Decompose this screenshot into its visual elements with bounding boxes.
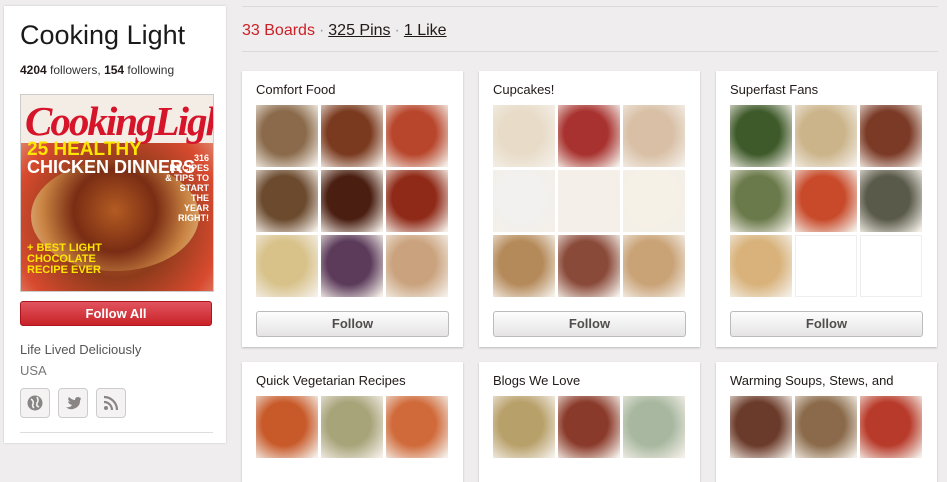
board-card[interactable]: Quick Vegetarian Recipes bbox=[242, 362, 463, 482]
globe-icon[interactable] bbox=[20, 388, 50, 418]
board-card[interactable]: Warming Soups, Stews, and bbox=[716, 362, 937, 482]
tab-separator: · bbox=[394, 22, 400, 39]
board-title[interactable]: Superfast Fans bbox=[730, 82, 818, 97]
pin-thumbnail[interactable] bbox=[795, 396, 857, 458]
pin-thumbnail[interactable] bbox=[623, 235, 685, 297]
profile-tabs: 33 Boards · 325 Pins · 1 Like bbox=[242, 22, 447, 40]
pin-thumbnail[interactable] bbox=[493, 170, 555, 232]
follow-board-button[interactable]: Follow bbox=[493, 311, 686, 337]
pin-thumbnail[interactable] bbox=[558, 396, 620, 458]
board-title[interactable]: Cupcakes! bbox=[493, 82, 554, 97]
pin-thumbnail[interactable] bbox=[558, 235, 620, 297]
board-title[interactable]: Comfort Food bbox=[256, 82, 335, 97]
pin-thumbnail[interactable] bbox=[860, 235, 922, 297]
magazine-badge: 316 RECIPES & TIPS TO START THE YEAR RIG… bbox=[165, 153, 209, 223]
pin-thumbnail[interactable] bbox=[860, 170, 922, 232]
profile-image: CookingLight 25 HEALTHY CHICKEN DINNERS … bbox=[20, 94, 214, 292]
pin-thumbnail[interactable] bbox=[795, 235, 857, 297]
board-thumbnails bbox=[730, 105, 922, 297]
tabs-divider bbox=[242, 51, 938, 52]
follow-board-button[interactable]: Follow bbox=[730, 311, 923, 337]
board-card[interactable]: Superfast Fans Follow bbox=[716, 71, 937, 347]
pin-thumbnail[interactable] bbox=[730, 396, 792, 458]
pin-thumbnail[interactable] bbox=[386, 235, 448, 297]
board-thumbnails bbox=[730, 396, 922, 458]
pin-thumbnail[interactable] bbox=[321, 396, 383, 458]
follow-board-button[interactable]: Follow bbox=[256, 311, 449, 337]
pin-thumbnail[interactable] bbox=[558, 170, 620, 232]
pin-thumbnail[interactable] bbox=[795, 105, 857, 167]
pin-thumbnail[interactable] bbox=[321, 105, 383, 167]
tab-likes[interactable]: 1 Like bbox=[404, 22, 447, 39]
profile-sidebar: Cooking Light 4204 followers, 154 follow… bbox=[4, 6, 226, 443]
board-card[interactable]: Cupcakes! Follow bbox=[479, 71, 700, 347]
pin-thumbnail[interactable] bbox=[256, 235, 318, 297]
profile-location: USA bbox=[20, 363, 47, 378]
pin-thumbnail[interactable] bbox=[623, 105, 685, 167]
magazine-subhead: + BEST LIGHT CHOCOLATE RECIPE EVER bbox=[27, 242, 102, 276]
twitter-icon[interactable] bbox=[58, 388, 88, 418]
social-links bbox=[20, 388, 126, 418]
pin-thumbnail[interactable] bbox=[730, 170, 792, 232]
board-thumbnails bbox=[493, 105, 685, 297]
board-card[interactable]: Comfort Food Follow bbox=[242, 71, 463, 347]
board-title[interactable]: Warming Soups, Stews, and bbox=[730, 373, 894, 388]
followers-label: followers, bbox=[46, 63, 105, 77]
pin-thumbnail[interactable] bbox=[256, 105, 318, 167]
pin-thumbnail[interactable] bbox=[493, 235, 555, 297]
profile-stats: 4204 followers, 154 following bbox=[20, 63, 174, 77]
pin-thumbnail[interactable] bbox=[860, 105, 922, 167]
rss-icon[interactable] bbox=[96, 388, 126, 418]
pin-thumbnail[interactable] bbox=[860, 396, 922, 458]
board-thumbnails bbox=[256, 105, 448, 297]
profile-about: Life Lived Deliciously bbox=[20, 342, 142, 357]
following-label: following bbox=[124, 63, 175, 77]
profile-name: Cooking Light bbox=[20, 20, 186, 50]
pin-thumbnail[interactable] bbox=[321, 170, 383, 232]
pin-thumbnail[interactable] bbox=[256, 170, 318, 232]
pin-thumbnail[interactable] bbox=[386, 170, 448, 232]
pin-thumbnail[interactable] bbox=[623, 170, 685, 232]
tab-pins[interactable]: 325 Pins bbox=[328, 22, 390, 39]
sidebar-divider bbox=[20, 432, 213, 433]
pin-thumbnail[interactable] bbox=[558, 105, 620, 167]
pin-thumbnail[interactable] bbox=[493, 105, 555, 167]
follow-all-button[interactable]: Follow All bbox=[20, 301, 212, 326]
followers-count[interactable]: 4204 bbox=[20, 63, 47, 77]
pin-thumbnail[interactable] bbox=[386, 396, 448, 458]
top-divider bbox=[242, 6, 938, 7]
pin-thumbnail[interactable] bbox=[493, 396, 555, 458]
board-thumbnails bbox=[256, 396, 448, 458]
board-title[interactable]: Blogs We Love bbox=[493, 373, 580, 388]
tab-separator: · bbox=[318, 22, 325, 39]
pin-thumbnail[interactable] bbox=[795, 170, 857, 232]
pin-thumbnail[interactable] bbox=[321, 235, 383, 297]
magazine-masthead: CookingLight bbox=[25, 98, 213, 144]
pin-thumbnail[interactable] bbox=[623, 396, 685, 458]
board-card[interactable]: Blogs We Love bbox=[479, 362, 700, 482]
pin-thumbnail[interactable] bbox=[386, 105, 448, 167]
following-count[interactable]: 154 bbox=[104, 63, 124, 77]
pin-thumbnail[interactable] bbox=[730, 105, 792, 167]
pin-thumbnail[interactable] bbox=[256, 396, 318, 458]
board-thumbnails bbox=[493, 396, 685, 458]
tab-boards[interactable]: 33 Boards bbox=[242, 22, 315, 39]
board-title[interactable]: Quick Vegetarian Recipes bbox=[256, 373, 406, 388]
pin-thumbnail[interactable] bbox=[730, 235, 792, 297]
